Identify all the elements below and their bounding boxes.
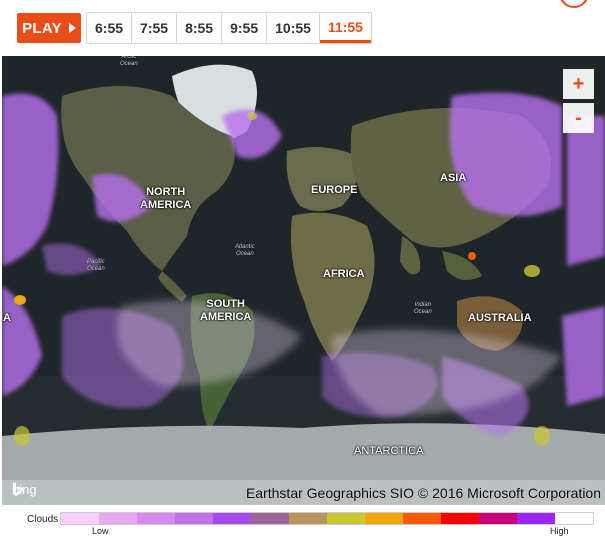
legend-swatch-2 bbox=[137, 513, 175, 524]
map-attribution: Earthstar Geographics SIO © 2016 Microso… bbox=[245, 485, 601, 501]
pacific-ocean-label: Pacific Ocean bbox=[87, 259, 105, 272]
time-8-55[interactable]: 8:55 bbox=[177, 13, 223, 43]
legend-swatch-9 bbox=[403, 513, 441, 524]
antarctica-label: ANTARCTICA bbox=[354, 445, 424, 457]
clouds-legend: Clouds Low High bbox=[0, 505, 605, 554]
legend-high: High bbox=[550, 526, 569, 536]
legend-label: Clouds bbox=[27, 514, 59, 525]
time-10-55[interactable]: 10:55 bbox=[267, 13, 320, 43]
legend-low: Low bbox=[92, 526, 109, 536]
toolbar: PLAY 6:55 7:55 8:55 9:55 10:55 11:55 bbox=[0, 0, 605, 56]
asia-label: ASIA bbox=[440, 172, 467, 184]
north-america-label: NORTH AMERICA bbox=[140, 186, 192, 211]
africa-label: AFRICA bbox=[323, 268, 365, 280]
play-label: PLAY bbox=[22, 19, 62, 37]
south-america-label: SOUTH AMERICA bbox=[200, 298, 252, 323]
europe-label: EUROPE bbox=[311, 184, 358, 196]
time-11-55[interactable]: 11:55 bbox=[319, 13, 371, 43]
time-7-55[interactable]: 7:55 bbox=[132, 13, 178, 43]
legend-swatch-0 bbox=[61, 513, 99, 524]
satellite-map[interactable]: Arctic Ocean NORTH AMERICA Pacific Ocean… bbox=[2, 56, 605, 505]
legend-swatch-5 bbox=[251, 513, 289, 524]
legend-swatch-11 bbox=[479, 513, 517, 524]
legend-swatch-8 bbox=[365, 513, 403, 524]
menu-circle-icon[interactable] bbox=[559, 0, 589, 8]
legend-scale bbox=[60, 512, 594, 525]
zoom-out-button[interactable]: - bbox=[563, 103, 594, 133]
legend-swatch-3 bbox=[175, 513, 213, 524]
australia-label: AUSTRALIA bbox=[468, 312, 532, 324]
legend-swatch-7 bbox=[327, 513, 365, 524]
time-9-55[interactable]: 9:55 bbox=[222, 13, 268, 43]
time-6-55[interactable]: 6:55 bbox=[87, 13, 133, 43]
legend-swatch-1 bbox=[99, 513, 137, 524]
legend-swatch-4 bbox=[213, 513, 251, 524]
time-selector: 6:55 7:55 8:55 9:55 10:55 11:55 bbox=[86, 12, 372, 44]
map-imagery bbox=[2, 56, 605, 505]
edge-region-label: IA bbox=[2, 312, 11, 324]
play-arrow-icon bbox=[68, 23, 76, 33]
legend-swatch-12 bbox=[517, 513, 555, 524]
attribution-bar: bing Earthstar Geographics SIO © 2016 Mi… bbox=[2, 480, 605, 505]
bing-logo[interactable]: bing bbox=[12, 482, 37, 497]
play-button[interactable]: PLAY bbox=[17, 13, 81, 43]
bing-icon bbox=[13, 482, 23, 496]
legend-swatch-10 bbox=[441, 513, 479, 524]
atlantic-ocean-label: Atlantic Ocean bbox=[235, 244, 255, 257]
indian-ocean-label: Indian Ocean bbox=[414, 302, 432, 315]
legend-swatch-13 bbox=[555, 513, 593, 524]
zoom-in-button[interactable]: + bbox=[563, 69, 594, 99]
legend-swatch-6 bbox=[289, 513, 327, 524]
arctic-ocean-label: Arctic Ocean bbox=[120, 56, 138, 67]
